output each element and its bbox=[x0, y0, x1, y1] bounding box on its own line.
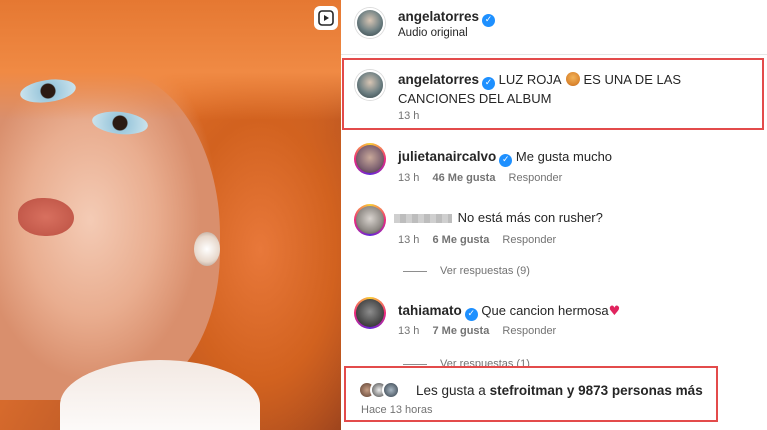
likes-suffix[interactable]: y 9873 personas más bbox=[567, 383, 703, 398]
likes-user[interactable]: stefroitman bbox=[490, 383, 564, 398]
author-username[interactable]: angelatorres bbox=[398, 9, 479, 24]
view-replies-button[interactable]: Ver respuestas (9) bbox=[440, 265, 530, 277]
verified-badge-icon: ✓ bbox=[482, 14, 496, 27]
caption-username[interactable]: angelatorres bbox=[398, 72, 479, 87]
header-divider bbox=[341, 54, 767, 55]
comment-avatar[interactable] bbox=[356, 145, 384, 173]
comment-meta: 13 h 6 Me gusta Responder bbox=[398, 234, 556, 246]
post-time: Hace 13 horas bbox=[361, 404, 433, 416]
comments-panel: angelatorres ✓ Audio original angelatorre… bbox=[341, 0, 767, 430]
comment-text: No está más con rusher? bbox=[457, 210, 603, 225]
verified-badge-icon: ✓ bbox=[464, 308, 478, 321]
replies-line bbox=[403, 364, 427, 365]
photo-lips bbox=[18, 198, 74, 236]
comment-username[interactable]: tahiamato bbox=[398, 303, 462, 318]
comment-text-line: tahiamato ✓ Que cancion hermosa♥ bbox=[398, 303, 620, 321]
red-heart-emoji: ♥ bbox=[608, 304, 621, 319]
comment-text-line: julietanaircalvo ✓ Me gusta mucho bbox=[398, 149, 612, 167]
comment-meta: 13 h 7 Me gusta Responder bbox=[398, 325, 556, 337]
replies-line bbox=[403, 271, 427, 272]
liker-avatar bbox=[382, 381, 400, 399]
likes-text[interactable]: Les gusta a stefroitman y 9873 personas … bbox=[416, 383, 703, 398]
comment-time: 13 h bbox=[398, 172, 420, 184]
liker-avatars[interactable] bbox=[358, 381, 400, 399]
comment-likes[interactable]: 6 Me gusta bbox=[432, 234, 489, 246]
comment-time: 13 h bbox=[398, 325, 420, 337]
redacted-username bbox=[394, 214, 452, 224]
caption-text-c: ALBUM bbox=[506, 91, 552, 106]
story-ring[interactable] bbox=[354, 204, 386, 236]
caption-time: 13 h bbox=[398, 110, 420, 122]
comment-likes[interactable]: 7 Me gusta bbox=[432, 325, 489, 337]
audio-label[interactable]: Audio original bbox=[398, 27, 468, 39]
verified-badge-icon: ✓ bbox=[482, 77, 496, 90]
comment-text: Que cancion hermosa bbox=[481, 303, 609, 318]
verified-badge-icon: ✓ bbox=[499, 154, 513, 167]
comment-likes[interactable]: 46 Me gusta bbox=[432, 172, 495, 184]
comment-row: No está más con rusher? 13 h 6 Me gusta … bbox=[341, 203, 767, 283]
comment-meta: 13 h 46 Me gusta Responder bbox=[398, 172, 562, 184]
reply-button[interactable]: Responder bbox=[502, 234, 556, 246]
story-ring[interactable] bbox=[354, 143, 386, 175]
author-avatar[interactable] bbox=[355, 8, 385, 38]
caption-avatar[interactable] bbox=[355, 70, 385, 100]
caption: angelatorres ✓ LUZ ROJA ES UNA DE LAS CANC… bbox=[341, 66, 767, 126]
reel-play-icon[interactable] bbox=[314, 6, 338, 30]
post-photo bbox=[0, 0, 341, 430]
reply-button[interactable]: Responder bbox=[502, 325, 556, 337]
comment-text-line: No está más con rusher? bbox=[394, 210, 603, 225]
face-emoji bbox=[565, 72, 580, 86]
comment-row: julietanaircalvo ✓ Me gusta mucho 13 h 46… bbox=[341, 142, 767, 188]
comment-username[interactable]: julietanaircalvo bbox=[398, 149, 496, 164]
story-ring[interactable] bbox=[354, 297, 386, 329]
caption-text-block: angelatorres ✓ LUZ ROJA ES UNA DE LAS CANC… bbox=[398, 71, 758, 107]
reply-button[interactable]: Responder bbox=[509, 172, 563, 184]
comment-avatar[interactable] bbox=[356, 299, 384, 327]
post-header: angelatorres ✓ Audio original bbox=[341, 0, 767, 54]
comment-avatar[interactable] bbox=[356, 206, 384, 234]
photo-hair bbox=[0, 0, 341, 120]
likes-prefix: Les gusta a bbox=[416, 383, 486, 398]
comment-row: tahiamato ✓ Que cancion hermosa♥ 13 h 7 M… bbox=[341, 296, 767, 372]
caption-text-a: LUZ ROJA bbox=[498, 72, 562, 87]
photo-earring bbox=[194, 232, 220, 266]
header-author-line: angelatorres ✓ bbox=[398, 8, 496, 27]
comment-text: Me gusta mucho bbox=[515, 149, 613, 164]
comment-time: 13 h bbox=[398, 234, 420, 246]
